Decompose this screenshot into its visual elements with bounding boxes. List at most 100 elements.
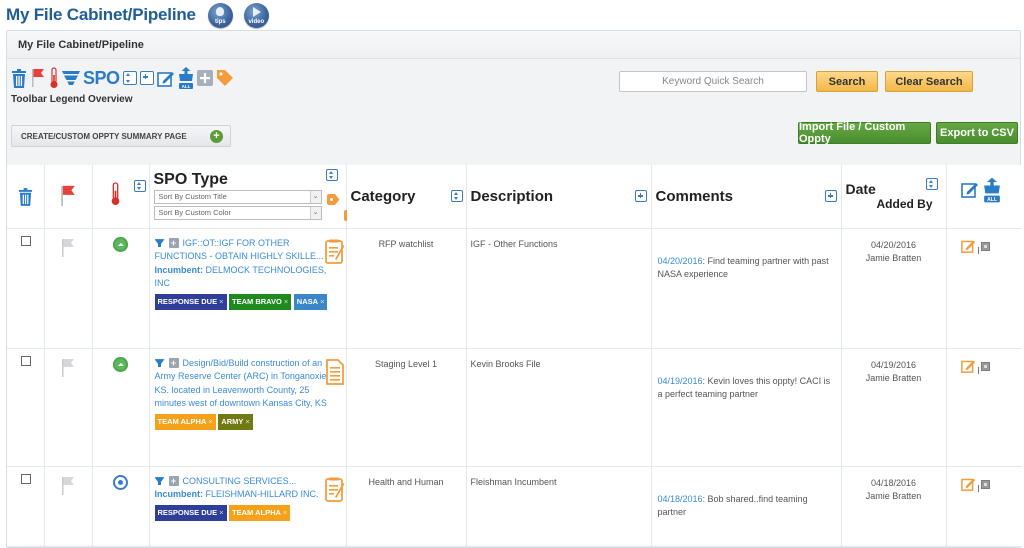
spo-title-link[interactable]: CONSULTING SERVICES... [183,476,297,486]
remove-tag-icon[interactable]: × [219,297,223,306]
keyword-search-input[interactable] [619,71,807,92]
expand-icon[interactable]: + [168,476,179,487]
sort-by-color-value: Sort By Custom Color [158,208,232,217]
edit-icon[interactable] [960,477,976,493]
clear-search-button[interactable]: Clear Search [885,71,973,92]
expand-description-icon[interactable] [634,190,647,202]
create-summary-page-button[interactable]: CREATE/CUSTOM OPPTY SUMMARY PAGE + [11,125,231,147]
tag-badge[interactable]: NASA × [293,293,328,310]
tag-label: TEAM ALPHA [157,416,207,426]
header-flag [43,165,92,229]
flag-icon[interactable] [59,184,77,212]
archive-icon[interactable] [980,362,990,371]
spo-cell: + Design/Bid/Build construction of an Arm… [148,348,346,467]
row-checkbox[interactable] [21,235,31,246]
video-label: video [248,18,265,25]
archive-icon[interactable] [980,480,990,489]
remove-tag-icon[interactable]: × [320,297,324,306]
sort-date-icon[interactable] [925,178,938,190]
share-all-icon[interactable]: ALL [178,67,194,89]
search-button[interactable]: Search [816,71,878,92]
tag-badge[interactable]: RESPONSE DUE × [154,504,227,521]
video-button[interactable]: video [243,2,269,28]
pipeline-panel: My File Cabinet/Pipeline SPO ALL Toolbar… [6,30,1022,548]
comment-date[interactable]: 04/19/2016 [658,376,703,386]
date-cell: 04/19/2016 Jamie Bratten [840,348,946,467]
thermometer-icon[interactable] [49,67,59,89]
grey-plus-icon[interactable] [196,70,213,86]
tag-badge[interactable]: RESPONSE DUE × [154,293,227,310]
spo-title-link[interactable]: Design/Bid/Build construction of an Army… [155,358,329,409]
remove-tag-icon[interactable]: × [208,417,212,426]
remove-tag-icon[interactable]: × [284,297,288,306]
export-csv-button[interactable]: Export to CSV [936,122,1018,144]
temperature-icon[interactable] [113,356,128,372]
comment-date[interactable]: 04/20/2016 [658,256,703,266]
sort-by-title-select[interactable]: Sort By Custom Title ⌄ [153,190,322,204]
edit-icon[interactable] [960,359,976,375]
temperature-icon[interactable] [113,474,128,490]
expand-icon[interactable]: + [168,238,179,249]
funnel-icon[interactable] [154,359,165,368]
sort-icon[interactable] [122,71,137,85]
tips-button[interactable]: tips [207,2,233,28]
comments-cell: 04/19/2016: Kevin loves this oppty! CACI… [650,348,841,467]
import-file-button[interactable]: Import File / Custom Oppty [798,121,931,145]
description-text: Kevin Brooks File [470,358,541,369]
trash-icon[interactable] [18,188,33,210]
sort-spo-icon[interactable] [325,169,338,181]
share-all-icon[interactable]: ALL [983,177,1001,207]
add-circle-icon: + [210,130,223,143]
tag-badge[interactable]: TEAM ALPHA × [229,504,291,521]
document-icon[interactable] [324,477,345,505]
flag-icon[interactable] [60,357,76,381]
expand-icon[interactable]: + [168,358,179,369]
pipeline-table: SPO Type Sort By Custom Title ⌄ Sort By … [7,165,1022,547]
flag-icon[interactable] [30,68,46,88]
document-icon[interactable] [324,239,345,267]
edit-icon[interactable] [960,181,979,202]
added-by-text: Jamie Bratten [865,373,922,383]
date-cell: 04/20/2016 Jamie Bratten [840,228,946,349]
incumbent-label: Incumbent: [154,489,204,499]
archive-icon[interactable] [980,242,990,251]
funnel-icon[interactable] [62,71,80,85]
flag-icon[interactable] [60,237,76,261]
tag-icon[interactable] [326,194,340,205]
document-icon[interactable] [325,358,345,387]
description-text: Fleishman Incumbent [470,476,557,487]
tag-label: TEAM BRAVO [232,296,282,306]
row-checkbox[interactable] [21,355,31,366]
header-actions: ALL [945,165,1022,229]
sort-temperature-icon[interactable] [133,180,146,192]
remove-tag-icon[interactable]: × [283,508,287,517]
sort-category-icon[interactable] [450,190,463,202]
funnel-icon[interactable] [154,239,165,248]
comment-date[interactable]: 04/18/2016 [658,494,703,504]
row-checkbox[interactable] [21,473,31,484]
plus-icon[interactable] [139,71,154,85]
thermometer-icon[interactable] [110,181,121,211]
tag-badge[interactable]: ARMY × [218,413,253,430]
page-header: My File Cabinet/Pipeline tips video [6,2,269,28]
expand-comments-icon[interactable] [824,190,837,202]
funnel-icon[interactable] [154,477,165,486]
flag-icon[interactable] [60,475,76,499]
remove-tag-icon[interactable]: × [245,417,249,426]
temperature-icon[interactable] [113,236,128,252]
sort-by-color-select[interactable]: Sort By Custom Color ⌄ [153,206,322,220]
edit-icon[interactable] [156,70,175,87]
edit-icon[interactable] [960,239,976,255]
spo-title-link[interactable]: IGF::OT::IGF FOR OTHER FUNCTIONS - OBTAI… [155,238,324,262]
spo-type-label: SPO Type [153,171,228,188]
date-label: Date [845,181,876,197]
tag-icon[interactable] [216,69,234,87]
description-cell: IGF - Other Functions [465,228,651,349]
svg-text:ALL: ALL [181,84,190,89]
remove-tag-icon[interactable]: × [219,508,223,517]
tag-badge[interactable]: TEAM ALPHA × [154,413,216,430]
tag-badge[interactable]: TEAM BRAVO × [229,293,292,310]
play-icon [251,6,262,17]
trash-icon[interactable] [11,68,27,88]
category-text: Staging Level 1 [374,358,438,369]
